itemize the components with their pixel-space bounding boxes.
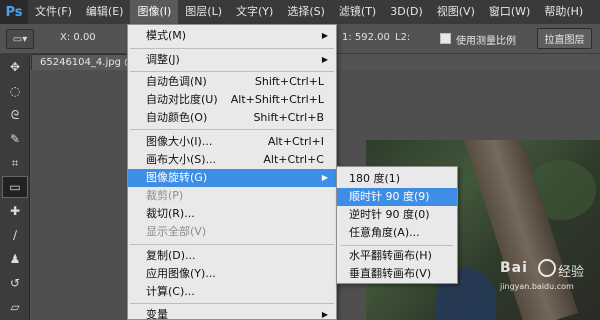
menu-item-label: 裁切(R)...: [146, 207, 195, 220]
menu-item-label: 模式(M): [146, 29, 187, 42]
photoshop-logo: Ps: [0, 0, 28, 24]
menu-item-calculations[interactable]: 计算(C)...: [128, 283, 336, 301]
menu-item-reveal-all[interactable]: 显示全部(V): [128, 223, 336, 241]
submenu-divider: [341, 245, 453, 246]
document-tab[interactable]: 65246104_4.jpg @: [31, 54, 141, 70]
marquee-tool-icon[interactable]: ◌: [2, 80, 28, 102]
menu-file[interactable]: 文件(F): [28, 0, 79, 24]
menu-item-canvas-size[interactable]: 画布大小(S)... Alt+Ctrl+C: [128, 151, 336, 169]
toolbox: ✥ ◌ ᘓ ✎ ⌗ ▭ ✚ ∕ ♟ ↺ ▱: [0, 54, 30, 320]
x-coordinate-readout: X: 0.00: [60, 32, 96, 43]
menu-item-shortcut: Alt+Shift+Ctrl+L: [230, 93, 324, 106]
straighten-layer-button[interactable]: 拉直图层: [537, 28, 592, 49]
use-measure-scale-label: 使用测量比例: [456, 36, 516, 47]
submenu-arrow-icon: ▶: [321, 310, 328, 319]
rotate-arbitrary-item[interactable]: 任意角度(A)...: [337, 224, 457, 242]
menu-bar: Ps 文件(F) 编辑(E) 图像(I) 图层(L) 文字(Y) 选择(S) 滤…: [0, 0, 600, 24]
healing-brush-tool-icon[interactable]: ✚: [2, 200, 28, 222]
menu-item-label: 画布大小(S)...: [146, 153, 217, 166]
history-brush-tool-icon[interactable]: ↺: [2, 272, 28, 294]
menu-layer[interactable]: 图层(L): [178, 0, 229, 24]
baidu-paw-icon: [538, 259, 556, 277]
menu-item-label: 自动对比度(U): [146, 93, 218, 106]
flip-horizontal-item[interactable]: 水平翻转画布(H): [337, 247, 457, 265]
menu-window[interactable]: 窗口(W): [482, 0, 537, 24]
crop-tool-icon[interactable]: ⌗: [2, 152, 28, 174]
menu-item-adjustments[interactable]: 调整(J) ▶: [128, 51, 336, 69]
watermark-logo-text: Bai: [500, 260, 528, 276]
eraser-tool-icon[interactable]: ▱: [2, 296, 28, 318]
clone-stamp-tool-icon[interactable]: ♟: [2, 248, 28, 270]
menu-item-auto-contrast[interactable]: 自动对比度(U) Alt+Shift+Ctrl+L: [128, 91, 336, 109]
menu-divider: [130, 71, 334, 72]
menu-filter[interactable]: 滤镜(T): [332, 0, 383, 24]
submenu-arrow-icon: ▶: [321, 55, 328, 64]
menu-item-mode[interactable]: 模式(M) ▶: [128, 27, 336, 45]
menu-item-apply-image[interactable]: 应用图像(Y)...: [128, 265, 336, 283]
menu-item-auto-color[interactable]: 自动颜色(O) Shift+Ctrl+B: [128, 109, 336, 127]
flip-vertical-item[interactable]: 垂直翻转画布(V): [337, 265, 457, 283]
menu-edit[interactable]: 编辑(E): [79, 0, 131, 24]
menu-divider: [130, 244, 334, 245]
use-measure-scale-checkbox[interactable]: [440, 33, 451, 44]
menu-item-label: 自动颜色(O): [146, 111, 208, 124]
quick-select-tool-icon[interactable]: ✎: [2, 128, 28, 150]
brush-tool-icon[interactable]: ∕: [2, 224, 28, 246]
menu-item-image-size[interactable]: 图像大小(I)... Alt+Ctrl+I: [128, 133, 336, 151]
menu-item-image-rotation[interactable]: 图像旋转(G) ▶: [128, 169, 336, 187]
menu-item-shortcut: Alt+Ctrl+C: [263, 153, 324, 166]
menu-help[interactable]: 帮助(H): [537, 0, 590, 24]
ruler-tool-preset-icon[interactable]: ▭▾: [6, 29, 34, 49]
rotate-90-cw-item[interactable]: 顺时针 90 度(9): [337, 188, 457, 206]
watermark-url: jingyan.baidu.com: [500, 282, 574, 291]
menu-item-label: 复制(D)...: [146, 249, 196, 262]
image-menu-dropdown: 模式(M) ▶ 调整(J) ▶ 自动色调(N) Shift+Ctrl+L 自动对…: [127, 24, 337, 320]
menu-item-shortcut: Alt+Ctrl+I: [267, 135, 324, 148]
baidu-jingyan-watermark: Bai 经验 jingyan.baidu.com: [500, 259, 595, 316]
ruler-tool-icon[interactable]: ▭: [2, 176, 28, 198]
rotate-90-ccw-item[interactable]: 逆时针 90 度(0): [337, 206, 457, 224]
menu-item-variables[interactable]: 变量 ▶: [128, 306, 336, 320]
menu-item-duplicate[interactable]: 复制(D)...: [128, 247, 336, 265]
measure-readout: 1: 592.00: [342, 32, 390, 43]
l2-readout: L2:: [395, 32, 411, 43]
menu-type[interactable]: 文字(Y): [229, 0, 280, 24]
menu-item-shortcut: Shift+Ctrl+L: [254, 75, 324, 88]
move-tool-icon[interactable]: ✥: [2, 56, 28, 78]
menu-item-trim[interactable]: 裁切(R)...: [128, 205, 336, 223]
menu-select[interactable]: 选择(S): [280, 0, 332, 24]
menu-item-label: 计算(C)...: [146, 285, 195, 298]
menu-3d[interactable]: 3D(D): [383, 0, 430, 24]
menu-item-label: 图像大小(I)...: [146, 135, 213, 148]
menu-item-label: 图像旋转(G): [146, 171, 208, 184]
submenu-arrow-icon: ▶: [321, 31, 328, 40]
menu-divider: [130, 303, 334, 304]
menu-item-label: 应用图像(Y)...: [146, 267, 216, 280]
rotate-180-item[interactable]: 180 度(1): [337, 170, 457, 188]
menu-divider: [130, 48, 334, 49]
menu-item-label: 裁剪(P): [146, 189, 184, 202]
menu-image[interactable]: 图像(I): [130, 0, 179, 24]
menu-item-label: 自动色调(N): [146, 75, 207, 88]
watermark-jingyan-text: 经验: [558, 265, 585, 280]
menu-item-label: 调整(J): [146, 53, 180, 66]
menu-item-label: 变量: [146, 308, 168, 320]
lasso-tool-icon[interactable]: ᘓ: [2, 104, 28, 126]
menu-item-label: 显示全部(V): [146, 225, 207, 238]
menu-view[interactable]: 视图(V): [430, 0, 482, 24]
menu-divider: [130, 129, 334, 130]
submenu-arrow-icon: ▶: [321, 173, 328, 182]
menu-item-crop[interactable]: 裁剪(P): [128, 187, 336, 205]
menu-item-auto-tone[interactable]: 自动色调(N) Shift+Ctrl+L: [128, 73, 336, 91]
menu-item-shortcut: Shift+Ctrl+B: [253, 111, 324, 124]
image-rotation-submenu: 180 度(1) 顺时针 90 度(9) 逆时针 90 度(0) 任意角度(A)…: [336, 166, 458, 284]
